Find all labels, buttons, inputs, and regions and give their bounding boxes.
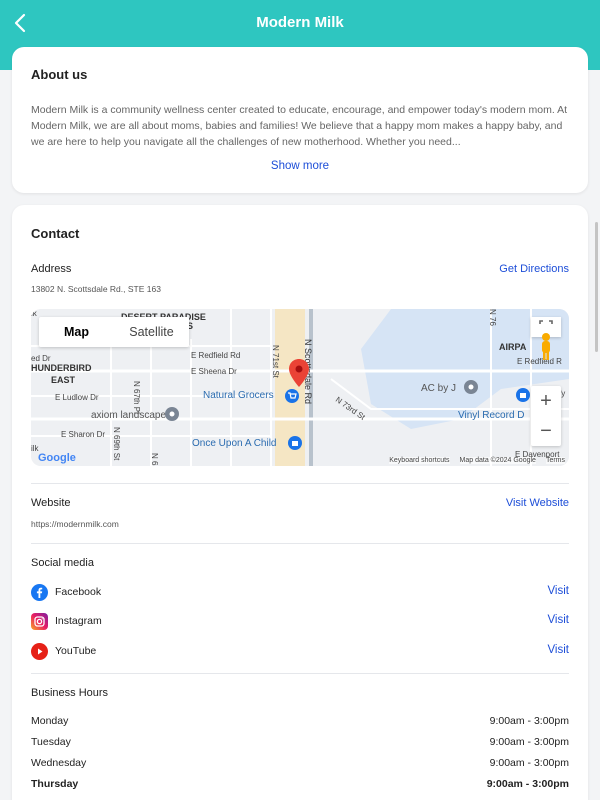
place-marker-icon [464,380,478,394]
website-value: https://modernmilk.com [31,519,119,529]
map-data-text: Map data ©2024 Google [459,457,536,464]
hours-day: Thursday [31,778,79,790]
hours-day: Monday [31,715,69,727]
map-type-toggle: Map Satellite [39,317,189,347]
page-title: Modern Milk [256,14,344,31]
about-text: Modern Milk is a community wellness cent… [31,104,568,148]
visit-facebook-link[interactable]: Visit [547,585,569,597]
hours-time: 9:00am - 3:00pm [489,715,569,727]
map-label: N 67th Pl [132,381,141,414]
social-name: YouTube [55,645,97,657]
keyboard-shortcuts-link[interactable]: Keyboard shortcuts [389,457,450,464]
social-row-instagram: Instagram Visit [31,613,569,633]
get-directions-link[interactable]: Get Directions [499,263,569,275]
zoom-controls: + − [531,386,561,446]
map-label: ed Dr [31,354,51,363]
social-row-facebook: Facebook Visit [31,584,569,604]
map-label: E Ludlow Dr [55,393,99,402]
visit-youtube-link[interactable]: Visit [547,644,569,656]
about-card: About us Modern Milk is a community well… [12,47,588,193]
instagram-icon [31,613,48,630]
website-label: Website [31,497,71,509]
address-value: 13802 N. Scottsdale Rd., STE 163 [31,284,161,294]
contact-card: Contact Address 13802 N. Scottsdale Rd.,… [12,205,588,800]
satellite-tab[interactable]: Satellite [114,317,189,347]
map-label: N 76 [488,309,497,326]
hours-row: Tuesday 9:00am - 3:00pm [31,736,569,752]
map-poi-once-upon[interactable]: Once Upon A Child [192,438,277,449]
hours-time: 9:00am - 3:00pm [486,778,569,790]
map-poi-vinyl-record[interactable]: Vinyl Record D [458,410,525,421]
hours-time: 9:00am - 3:00pm [489,757,569,769]
about-title: About us [31,67,88,82]
map-attribution: Keyboard shortcuts Map data ©2024 Google… [389,457,565,464]
map[interactable]: DESERT PARADISE ES AIRPA HUNDERBIRD EAST… [31,309,569,466]
social-name: Instagram [55,615,102,627]
youtube-icon [31,643,48,660]
address-label: Address [31,263,72,275]
map-label: E Sheena Dr [191,367,237,376]
visit-website-link[interactable]: Visit Website [506,497,569,509]
shopping-bag-icon [288,436,302,450]
pegman-icon[interactable] [536,331,556,361]
map-label: lk [31,309,37,318]
hours-time: 9:00am - 3:00pm [489,736,569,748]
map-tab[interactable]: Map [39,317,114,347]
social-row-youtube: YouTube Visit [31,643,569,663]
google-logo: Google [38,452,76,464]
contact-title: Contact [31,226,80,241]
hours-row: Wednesday 9:00am - 3:00pm [31,757,569,773]
hours-row: Monday 9:00am - 3:00pm [31,715,569,731]
map-label: HUNDERBIRD [31,363,92,373]
map-poi-axiom[interactable]: axiom landscape [91,410,166,421]
hours-day: Wednesday [31,757,87,769]
visit-instagram-link[interactable]: Visit [547,614,569,626]
divider [31,673,569,674]
social-media-label: Social media [31,557,94,569]
place-marker-icon [165,407,179,421]
location-pin-icon [289,359,309,387]
zoom-out-button[interactable]: − [531,416,561,446]
map-label: N 71st St [271,345,280,378]
hours-day: Tuesday [31,736,71,748]
show-more-button[interactable]: Show more [12,160,588,172]
terms-link[interactable]: Terms [545,457,565,464]
shopping-bag-icon [516,388,530,402]
map-label: E Sharon Dr [61,430,106,439]
shopping-cart-icon [285,389,299,403]
social-name: Facebook [55,586,102,598]
zoom-in-button[interactable]: + [531,386,561,416]
map-poi-natural-grocers[interactable]: Natural Grocers [203,390,274,401]
map-label: AIRPA [499,342,527,352]
map-label: EAST [51,375,76,385]
facebook-icon [31,584,48,601]
business-hours-label: Business Hours [31,687,109,699]
hours-row-today: Thursday 9:00am - 3:00pm [31,778,569,794]
map-poi-ac-by-j[interactable]: AC by J [421,383,456,394]
scrollbar[interactable] [595,222,598,352]
map-label: E Redfield Rd [191,351,241,360]
map-label: N 68 [150,453,159,466]
divider [31,483,569,484]
divider [31,543,569,544]
map-label: N 69th St [112,427,121,461]
